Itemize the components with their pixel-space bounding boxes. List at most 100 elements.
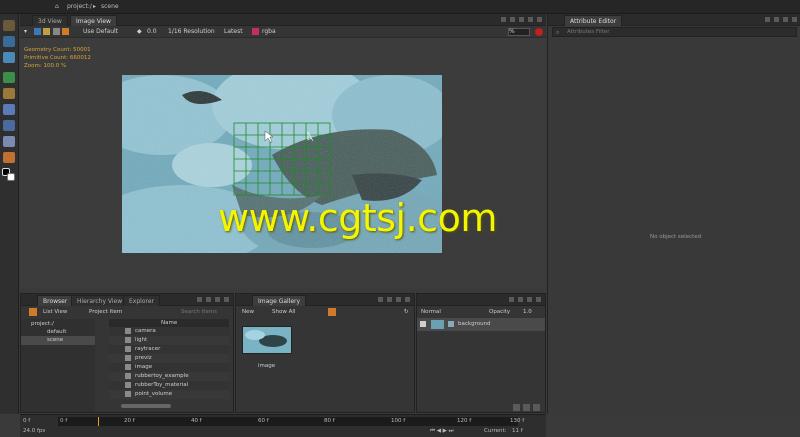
record-icon[interactable] xyxy=(535,28,543,36)
item-type-icon xyxy=(125,364,131,370)
breadcrumb-scene[interactable]: scene xyxy=(101,3,119,10)
version-select[interactable]: Latest xyxy=(224,28,243,35)
background-color-swatch[interactable] xyxy=(7,173,15,181)
list-item[interactable]: previz xyxy=(109,354,229,363)
attribute-editor-tab-bar: Attribute Editor xyxy=(548,14,800,26)
panel-float-icon[interactable] xyxy=(205,296,212,303)
duplicate-layer-icon[interactable] xyxy=(523,404,530,411)
layer-visibility-icon[interactable] xyxy=(420,321,426,327)
breadcrumb-home-icon[interactable]: ⌂ xyxy=(55,3,59,10)
browser-home-icon[interactable] xyxy=(29,308,37,316)
panel-float-icon[interactable] xyxy=(509,16,516,23)
grid-icon[interactable] xyxy=(53,28,60,35)
gallery-thumbnail[interactable] xyxy=(242,326,292,354)
panel-float-icon[interactable] xyxy=(386,296,393,303)
lut-icon[interactable] xyxy=(62,28,69,35)
filter-icon[interactable]: ▾ xyxy=(24,28,27,35)
search-items-field[interactable]: Search Items xyxy=(181,309,217,315)
panel-close-icon[interactable] xyxy=(535,296,542,303)
list-item[interactable]: light xyxy=(109,336,229,345)
panel-close-icon[interactable] xyxy=(404,296,411,303)
current-frame-value[interactable]: 11 f xyxy=(512,428,523,434)
blend-mode-select[interactable]: Normal xyxy=(421,309,441,315)
panel-close-icon[interactable] xyxy=(536,16,543,23)
list-item[interactable]: point_volume xyxy=(109,390,229,399)
display-mode-select[interactable]: Use Default xyxy=(83,28,118,35)
list-item[interactable]: rubberToy_material xyxy=(109,381,229,390)
list-item[interactable]: rubbertoy_example xyxy=(109,372,229,381)
timeline-start[interactable]: 0 f xyxy=(23,418,30,424)
name-column-header[interactable]: Name xyxy=(161,320,177,326)
view-mode-select[interactable]: List View xyxy=(43,309,67,315)
panel-float-icon[interactable] xyxy=(773,16,780,23)
list-item[interactable]: camera xyxy=(109,327,229,336)
exposure-value[interactable]: 0.0 xyxy=(147,28,157,35)
channels-select[interactable]: rgba xyxy=(262,28,276,35)
tab-attribute-editor[interactable]: Attribute Editor xyxy=(564,15,623,26)
image-viewport[interactable]: Geometry Count: 50001 Primitive Count: 6… xyxy=(20,38,546,288)
gallery-refresh-icon[interactable]: ↻ xyxy=(404,309,409,315)
move-tool-icon[interactable] xyxy=(3,20,15,31)
layer-row[interactable]: background xyxy=(417,318,545,331)
panel-float-icon[interactable] xyxy=(517,296,524,303)
layers-footer xyxy=(417,402,545,412)
attributes-filter-field[interactable]: ⌕ Attributes Filter xyxy=(552,27,797,37)
browser-tab-bar: Browser Hierarchy View Explorer xyxy=(21,294,233,306)
breadcrumb-project[interactable]: project:/ xyxy=(67,3,92,10)
gallery-snapshot-icon[interactable] xyxy=(328,308,336,316)
list-item[interactable]: image xyxy=(109,363,229,372)
opacity-value[interactable]: 1.0 xyxy=(523,309,532,315)
brush-tool-icon[interactable] xyxy=(3,88,15,99)
scale-tool-icon[interactable] xyxy=(3,52,15,63)
exposure-icon[interactable]: ◆ xyxy=(137,28,142,35)
playback-controls-icon[interactable]: ⏮ ◀ ▶ ⏭ xyxy=(430,428,454,435)
horizontal-scrollbar[interactable] xyxy=(121,404,171,408)
delete-layer-icon[interactable] xyxy=(533,404,540,411)
tab-image-view[interactable]: Image View xyxy=(70,15,117,26)
pointer-tool-icon[interactable] xyxy=(3,136,15,147)
panel-split-icon[interactable] xyxy=(526,296,533,303)
snapshot-icon[interactable] xyxy=(34,28,41,35)
panel-menu-icon[interactable] xyxy=(508,296,515,303)
rotate-tool-icon[interactable] xyxy=(3,36,15,47)
panel-close-icon[interactable] xyxy=(223,296,230,303)
resolution-select[interactable]: 1/16 Resolution xyxy=(168,28,215,35)
panel-split-icon[interactable] xyxy=(214,296,221,303)
tab-hierarchy-view[interactable]: Hierarchy View xyxy=(71,295,129,306)
viewer-toolbar: ▾ Use Default ◆ 0.0 1/16 Resolution Late… xyxy=(20,26,546,38)
add-layer-icon[interactable] xyxy=(513,404,520,411)
transform-tool-icon[interactable] xyxy=(3,120,15,131)
item-type-select[interactable]: Project Item xyxy=(89,309,122,315)
select-tool-icon[interactable] xyxy=(3,104,15,115)
panel-menu-icon[interactable] xyxy=(764,16,771,23)
panel-menu-icon[interactable] xyxy=(500,16,507,23)
item-name: previz xyxy=(135,355,152,361)
panel-split-icon[interactable] xyxy=(395,296,402,303)
attribute-editor-panel: Attribute Editor ⌕ Attributes Filter No … xyxy=(547,14,800,414)
panel-maximize-icon[interactable] xyxy=(527,16,534,23)
tab-browser[interactable]: Browser xyxy=(37,295,74,306)
panel-split-icon[interactable] xyxy=(782,16,789,23)
wand-tool-icon[interactable] xyxy=(3,152,15,163)
layer-name[interactable]: background xyxy=(458,321,491,327)
item-name: camera xyxy=(135,328,156,334)
fps-readout: 24.0 fps xyxy=(23,428,46,434)
tab-explorer[interactable]: Explorer xyxy=(123,295,160,306)
gallery-filter-select[interactable]: Show All xyxy=(272,309,295,315)
panel-menu-icon[interactable] xyxy=(196,296,203,303)
panel-close-icon[interactable] xyxy=(791,16,798,23)
timeline-end[interactable]: 130 f xyxy=(510,418,524,424)
tab-image-gallery[interactable]: Image Gallery xyxy=(252,295,307,306)
playhead[interactable] xyxy=(98,417,99,426)
tree-item-default[interactable]: default xyxy=(47,329,66,335)
channel-icon[interactable] xyxy=(43,28,50,35)
paint-tool-icon[interactable] xyxy=(3,72,15,83)
tab-3d-view[interactable]: 3d View xyxy=(32,15,68,26)
list-item[interactable]: raytracer xyxy=(109,345,229,354)
gallery-new-button[interactable]: New xyxy=(242,309,254,315)
item-name: rubberToy_material xyxy=(135,382,189,388)
panel-split-icon[interactable] xyxy=(518,16,525,23)
panel-menu-icon[interactable] xyxy=(377,296,384,303)
tree-item-project[interactable]: project:/ xyxy=(31,321,54,327)
tree-item-scene[interactable]: scene xyxy=(47,337,63,343)
